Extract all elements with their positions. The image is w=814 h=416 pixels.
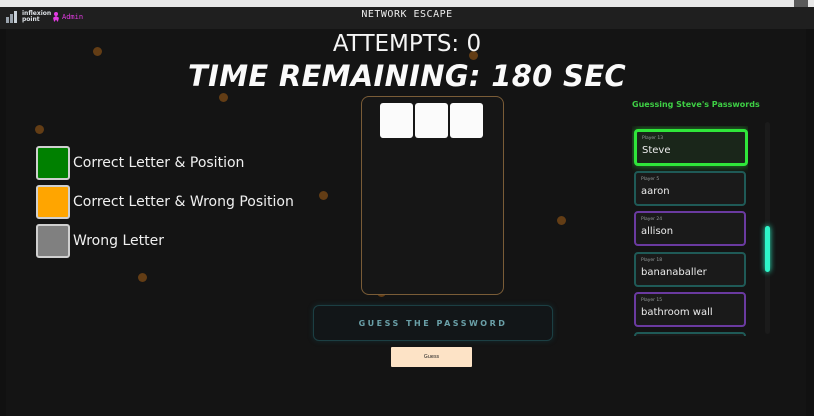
ember-dot bbox=[219, 93, 228, 102]
player-card-allison[interactable]: Player 24 allison bbox=[634, 211, 746, 246]
password-input-label: GUESS THE PASSWORD bbox=[358, 318, 508, 328]
sidebar-title: Guessing Steve's Passwords bbox=[632, 100, 760, 109]
orange-swatch bbox=[36, 185, 70, 219]
password-input[interactable]: GUESS THE PASSWORD bbox=[313, 305, 553, 341]
player-name: allison bbox=[641, 226, 674, 237]
player-list[interactable]: Player 13 Steve Player 5 aaron Player 24… bbox=[632, 126, 748, 336]
legend-label: Correct Letter & Position bbox=[73, 155, 245, 171]
legend-item-correct-position: Correct Letter & Position bbox=[36, 146, 294, 180]
player-number: Player 5 bbox=[641, 177, 660, 182]
player-card-partial[interactable] bbox=[634, 332, 746, 336]
player-number: Player 15 bbox=[641, 298, 663, 303]
window-edge bbox=[0, 0, 814, 7]
guess-button[interactable]: Guess bbox=[391, 347, 472, 367]
app-title: NETWORK ESCAPE bbox=[361, 9, 453, 20]
scrollbar-thumb[interactable] bbox=[765, 226, 770, 272]
player-card-steve[interactable]: Player 13 Steve bbox=[634, 129, 748, 166]
time-remaining: TIME REMAINING: 180 SEC bbox=[188, 59, 626, 93]
top-bar: inflexion point Admin NETWORK ESCAPE bbox=[0, 0, 814, 29]
ember-dot bbox=[138, 273, 147, 282]
player-card-bathroom-wall[interactable]: Player 15 bathroom wall bbox=[634, 292, 746, 327]
player-name: aaron bbox=[641, 186, 670, 197]
letter-tile bbox=[450, 103, 483, 138]
letter-tile bbox=[415, 103, 448, 138]
attempts-counter: ATTEMPTS: 0 bbox=[332, 31, 482, 57]
legend-item-wrong-position: Correct Letter & Wrong Position bbox=[36, 185, 294, 219]
player-number: Player 18 bbox=[641, 258, 663, 263]
player-name: Steve bbox=[642, 145, 671, 156]
legend-label: Wrong Letter bbox=[73, 233, 164, 249]
guess-board bbox=[361, 96, 504, 295]
player-number: Player 24 bbox=[641, 217, 663, 222]
color-legend: Correct Letter & Position Correct Letter… bbox=[36, 146, 294, 263]
player-card-bananaballer[interactable]: Player 18 bananaballer bbox=[634, 252, 746, 287]
window-scroll-nub[interactable] bbox=[794, 0, 808, 7]
ember-dot bbox=[319, 191, 328, 200]
letter-tile bbox=[380, 103, 413, 138]
player-name: bathroom wall bbox=[641, 307, 713, 318]
player-number: Player 13 bbox=[642, 136, 664, 141]
legend-item-wrong-letter: Wrong Letter bbox=[36, 224, 294, 258]
gray-swatch bbox=[36, 224, 70, 258]
player-card-aaron[interactable]: Player 5 aaron bbox=[634, 171, 746, 206]
legend-label: Correct Letter & Wrong Position bbox=[73, 194, 294, 210]
green-swatch bbox=[36, 146, 70, 180]
player-name: bananaballer bbox=[641, 267, 707, 278]
ember-dot bbox=[557, 216, 566, 225]
ember-dot bbox=[35, 125, 44, 134]
